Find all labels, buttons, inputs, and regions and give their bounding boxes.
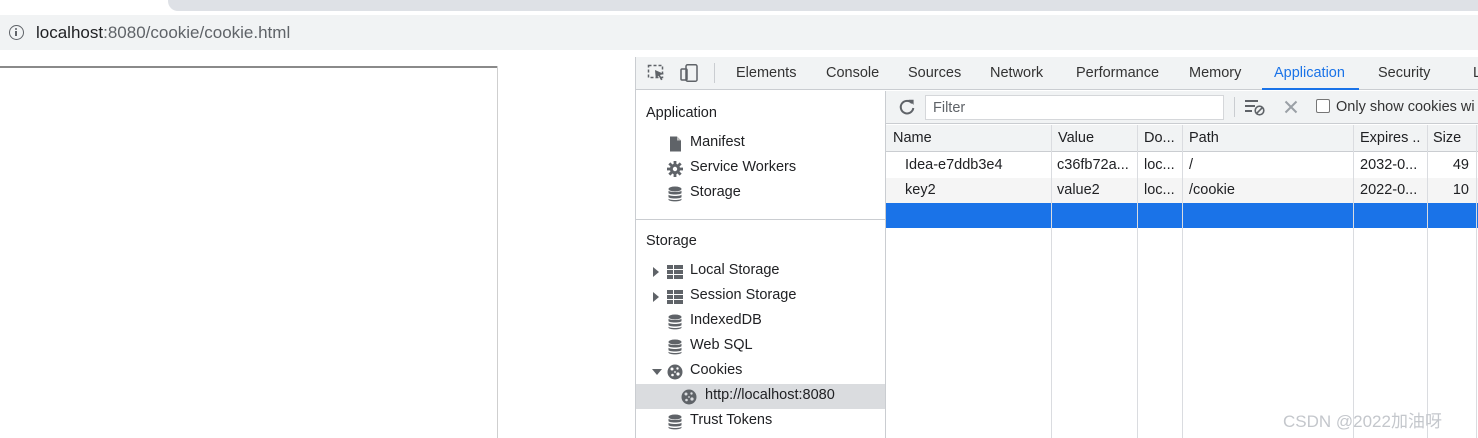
cookies-panel: Only show cookies wi Name Value Do... Pa…	[886, 91, 1478, 438]
sidebar-item-web-sql[interactable]: Web SQL	[636, 334, 885, 359]
tab-performance[interactable]: Performance	[1076, 57, 1159, 90]
sidebar-item-label: http://localhost:8080	[705, 387, 835, 403]
sidebar-item-label: Storage	[690, 184, 741, 200]
address-bar[interactable]: localhost:8080/cookie/cookie.html	[0, 15, 1478, 50]
sidebar-item-indexeddb[interactable]: IndexedDB	[636, 309, 885, 334]
watermark: CSDN @2022加油呀	[1283, 412, 1442, 431]
sidebar-item-label: Manifest	[690, 134, 745, 150]
sidebar-item-label: Trust Tokens	[690, 412, 773, 428]
column-divider[interactable]	[1182, 125, 1183, 438]
cookie-expires-cell: 2032-0...	[1360, 157, 1418, 173]
table-grid-icon	[667, 289, 683, 305]
sidebar-divider	[636, 219, 885, 220]
clear-filtered-cookies-icon[interactable]	[1244, 98, 1266, 116]
cookie-path-cell: /	[1189, 157, 1194, 173]
inspect-element-icon[interactable]	[647, 64, 667, 82]
tab-application[interactable]: Application	[1262, 57, 1359, 90]
cookie-value-cell: value2	[1057, 182, 1100, 198]
browser-tab-strip	[0, 0, 1478, 12]
column-header-domain[interactable]: Do...	[1144, 130, 1182, 146]
database-icon	[667, 186, 683, 202]
cookie-expires-cell: 2022-0...	[1360, 182, 1418, 198]
sidebar-item-cookies[interactable]: Cookies	[636, 359, 885, 384]
tab-sources[interactable]: Sources	[908, 57, 961, 90]
sidebar-item-label: Service Workers	[690, 159, 797, 175]
sidebar-item-storage-overview[interactable]: Storage	[636, 181, 885, 206]
tab-network[interactable]: Network	[990, 57, 1043, 90]
refresh-icon[interactable]	[898, 98, 916, 116]
gear-icon	[667, 161, 683, 177]
page-viewport	[0, 55, 635, 438]
only-show-issues-option[interactable]: Only show cookies wi	[1316, 99, 1475, 115]
cookie-size-cell: 10	[1452, 182, 1469, 198]
devtools-panel: Elements Console Sources Network Perform…	[635, 57, 1478, 438]
column-divider[interactable]	[1476, 125, 1477, 438]
tab-strip-background	[168, 0, 1478, 11]
sidebar-item-manifest[interactable]: Manifest	[636, 131, 885, 156]
document-icon	[667, 136, 683, 152]
sidebar-item-trust-tokens[interactable]: Trust Tokens	[636, 409, 885, 434]
column-divider[interactable]	[1051, 125, 1052, 438]
page-rule-horizontal	[0, 66, 498, 68]
devtools-toolbar: Elements Console Sources Network Perform…	[636, 57, 1478, 90]
column-header-expires[interactable]: Expires ..	[1360, 130, 1426, 146]
tab-security[interactable]: Security	[1378, 57, 1430, 90]
cookie-size-cell: 49	[1452, 157, 1469, 173]
cookie-icon	[681, 389, 697, 405]
sidebar-item-service-workers[interactable]: Service Workers	[636, 156, 885, 181]
tab-console[interactable]: Console	[826, 57, 879, 90]
only-show-checkbox[interactable]	[1316, 99, 1330, 113]
only-show-label: Only show cookies wi	[1336, 99, 1475, 115]
tab-overflow[interactable]: L	[1473, 57, 1478, 90]
address-bar-url[interactable]: localhost:8080/cookie/cookie.html	[36, 23, 290, 43]
column-header-path[interactable]: Path	[1189, 130, 1349, 146]
expand-arrow-icon[interactable]	[653, 292, 659, 302]
filter-input[interactable]	[925, 95, 1224, 120]
sidebar-item-cookie-origin[interactable]: http://localhost:8080	[636, 384, 885, 409]
column-divider[interactable]	[1427, 125, 1428, 438]
sidebar-item-label: Web SQL	[690, 337, 753, 353]
sidebar-item-label: Session Storage	[690, 287, 797, 303]
sidebar-heading-storage: Storage	[646, 233, 697, 249]
url-path: :8080/cookie/cookie.html	[103, 23, 291, 42]
sidebar-item-label: Cookies	[690, 362, 743, 378]
toolbar-separator	[714, 63, 715, 83]
device-toolbar-icon[interactable]	[680, 64, 700, 82]
tab-elements[interactable]: Elements	[736, 57, 796, 90]
database-icon	[667, 339, 683, 355]
table-grid-icon	[667, 264, 683, 280]
sidebar-item-local-storage[interactable]: Local Storage	[636, 259, 885, 284]
cookie-name-cell: Idea-e7ddb3e4	[905, 157, 1003, 173]
column-header-value[interactable]: Value	[1058, 130, 1138, 146]
column-divider[interactable]	[1137, 125, 1138, 438]
cookie-domain-cell: loc...	[1144, 157, 1175, 173]
url-host: localhost	[36, 23, 104, 42]
cookie-icon	[667, 364, 683, 380]
sidebar-item-label: Local Storage	[690, 262, 780, 278]
tab-memory[interactable]: Memory	[1189, 57, 1241, 90]
page-rule-vertical	[497, 66, 498, 438]
delete-selected-icon[interactable]	[1282, 98, 1300, 116]
collapse-arrow-icon[interactable]	[652, 369, 662, 375]
site-info-icon[interactable]	[9, 25, 24, 40]
column-header-size[interactable]: Size	[1433, 130, 1473, 146]
column-divider[interactable]	[1353, 125, 1354, 438]
cookies-toolbar: Only show cookies wi	[886, 91, 1478, 124]
application-sidebar: Application Manifest Service Workers Sto…	[636, 91, 886, 438]
cookie-path-cell: /cookie	[1189, 182, 1235, 198]
column-header-name[interactable]: Name	[893, 130, 1043, 146]
sidebar-heading-application: Application	[646, 105, 717, 121]
sidebar-item-label: IndexedDB	[690, 312, 762, 328]
toolbar-separator	[1234, 97, 1235, 117]
cookie-domain-cell: loc...	[1144, 182, 1175, 198]
expand-arrow-icon[interactable]	[653, 267, 659, 277]
database-icon	[667, 314, 683, 330]
cookie-name-cell: key2	[905, 182, 936, 198]
cookies-table: Name Value Do... Path Expires .. Size Id…	[886, 125, 1478, 438]
sidebar-item-session-storage[interactable]: Session Storage	[636, 284, 885, 309]
cookie-value-cell: c36fb72a...	[1057, 157, 1129, 173]
database-icon	[667, 414, 683, 430]
